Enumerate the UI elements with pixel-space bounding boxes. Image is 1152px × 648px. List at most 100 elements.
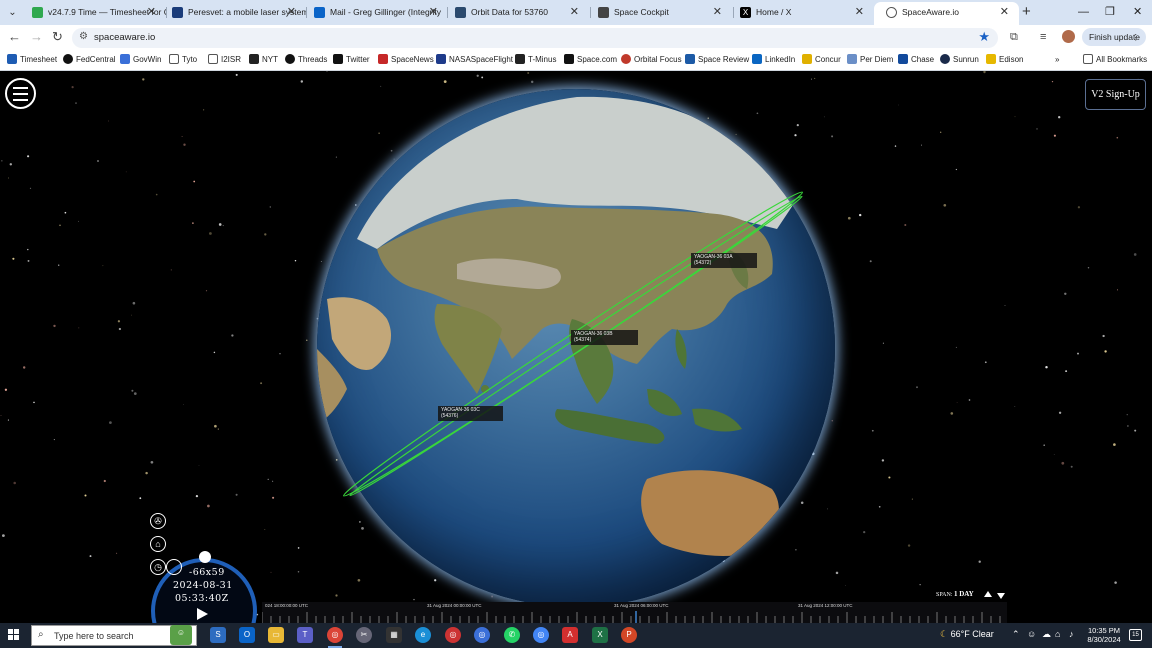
back-icon[interactable]: ← [8, 28, 21, 46]
url-text[interactable]: spaceaware.io [94, 32, 155, 43]
tab-orbit-data[interactable]: Orbit Data for 53760 ✕ [443, 2, 589, 25]
taskbar-snip-icon[interactable]: ✂ [356, 627, 372, 643]
taskbar-powerpoint-icon[interactable]: P [621, 627, 637, 643]
bookmark-space-com[interactable]: Space.com [564, 53, 617, 66]
tab-title: Space Cockpit [614, 7, 669, 17]
taskbar-chrome-icon[interactable]: ◎ [327, 627, 343, 643]
bookmark-per-diem[interactable]: Per Diem [847, 53, 893, 66]
profile-avatar[interactable] [1062, 30, 1075, 43]
taskbar-whatsapp-icon[interactable]: ✆ [504, 627, 520, 643]
close-tab-icon[interactable]: ✕ [1000, 2, 1009, 23]
bookmark-govwin[interactable]: GovWin [120, 53, 161, 66]
bookmark-orbital-focus[interactable]: Orbital Focus [621, 53, 682, 66]
bookmark-label: Space.com [577, 55, 618, 64]
play-icon[interactable] [197, 608, 208, 620]
home-icon[interactable]: ⌂ [150, 536, 166, 552]
clock-icon[interactable]: ◷ [150, 559, 166, 575]
clock-time: 05:33:40Z [175, 593, 229, 604]
close-tab-icon[interactable]: ✕ [147, 2, 156, 23]
tray-network-icon[interactable]: ⌂ [1055, 629, 1060, 639]
bookmark-space-review[interactable]: Space Review [685, 53, 749, 66]
bookmark-chase[interactable]: Chase [898, 53, 934, 66]
notification-icon[interactable]: 15 [1129, 629, 1142, 641]
space-com-icon [564, 54, 574, 64]
time-dial-knob[interactable] [199, 551, 211, 563]
satellite-icon[interactable]: ✇ [150, 513, 166, 529]
taskbar-character-icon[interactable]: ☺ [170, 625, 192, 645]
tab-spaceaware[interactable]: SpaceAware.io ✕ [874, 2, 1019, 25]
taskbar-s-app-icon[interactable]: S [210, 627, 226, 643]
bookmark-edison[interactable]: Edison [986, 53, 1023, 66]
taskbar-chrome-icon[interactable]: ◎ [474, 627, 490, 643]
taskbar-chrome-icon[interactable]: ◎ [445, 627, 461, 643]
tray-volume-icon[interactable]: ♪ [1069, 629, 1074, 639]
close-tab-icon[interactable]: ✕ [855, 2, 864, 23]
bookmark-t-minus[interactable]: T-Minus [515, 53, 556, 66]
tab-search-icon[interactable]: ⌄ [4, 4, 21, 21]
more-bookmarks-icon[interactable]: » [1055, 53, 1059, 66]
bookmark-tyto[interactable]: Tyto [169, 53, 197, 66]
bookmark-threads[interactable]: Threads [285, 53, 327, 66]
taskbar-clock[interactable]: 10:35 PM 8/30/2024 [1085, 626, 1123, 644]
x-logo-icon: X [740, 7, 751, 18]
media-icon[interactable]: ≡ [1040, 29, 1046, 45]
taskbar-outlook-icon[interactable]: O [239, 627, 255, 643]
tab-space-cockpit[interactable]: Space Cockpit ✕ [586, 2, 732, 25]
chase-icon [898, 54, 908, 64]
orbital-focus-icon [621, 54, 631, 64]
forward-icon[interactable]: → [30, 28, 43, 46]
tab-timesheet[interactable]: v24.7.9 Time — Timesheet for G ✕ [20, 2, 166, 25]
bookmark-fedcentral[interactable]: FedCentral [63, 53, 116, 66]
bookmark-linkedin[interactable]: LinkedIn [752, 53, 795, 66]
tray-people-icon[interactable]: ☺ [1027, 629, 1036, 639]
bookmark-sunrun[interactable]: Sunrun [940, 53, 979, 66]
taskbar-excel-icon[interactable]: X [592, 627, 608, 643]
weather-widget[interactable]: ☾ 66°F Clear [940, 629, 994, 640]
all-bookmarks[interactable]: All Bookmarks [1083, 53, 1147, 66]
extensions-icon[interactable]: ⧉ [1010, 29, 1018, 45]
taskbar-calculator-icon[interactable]: ▦ [386, 627, 402, 643]
address-bar[interactable]: ⚙ spaceaware.io ★ [72, 28, 998, 48]
taskbar-teams-icon[interactable]: T [297, 627, 313, 643]
tray-cloud-icon[interactable]: ☁ [1042, 629, 1051, 640]
taskbar-acrobat-icon[interactable]: A [562, 627, 578, 643]
satellite-label-03a[interactable]: YAOGAN-36 03A (54372) [691, 253, 757, 268]
bookmark-timesheet[interactable]: Timesheet [7, 53, 57, 66]
satellite-label-03b[interactable]: YAOGAN-36 03B (54374) [571, 330, 638, 345]
close-window-icon[interactable]: ✕ [1133, 2, 1142, 22]
bookmark-label: NASASpaceFlight [449, 55, 514, 64]
minimize-icon[interactable]: — [1078, 2, 1089, 22]
restore-icon[interactable]: ❐ [1105, 2, 1115, 22]
finish-update-button[interactable]: Finish update ⋮ [1082, 28, 1146, 46]
search-placeholder: Type here to search [54, 631, 134, 641]
bookmark-i2isr[interactable]: I2ISR [208, 53, 241, 66]
bookmark-concur[interactable]: Concur [802, 53, 841, 66]
windows-start-icon[interactable] [8, 629, 20, 641]
taskbar-edge-icon[interactable]: e [415, 627, 431, 643]
tab-mail[interactable]: Mail - Greg Gillinger (Integrity ✕ [302, 2, 448, 25]
close-tab-icon[interactable]: ✕ [713, 2, 722, 23]
span-down-icon[interactable] [997, 593, 1005, 599]
new-tab-icon[interactable]: + [1022, 2, 1031, 22]
globe-favicon-icon [886, 7, 897, 18]
bookmark-spacenews[interactable]: SpaceNews [378, 53, 434, 66]
close-tab-icon[interactable]: ✕ [287, 2, 296, 23]
bookmark-twitter[interactable]: Twitter [333, 53, 370, 66]
taskbar-explorer-icon[interactable]: ▭ [268, 627, 284, 643]
bookmark-nasaspaceflight[interactable]: NASASpaceFlight [436, 53, 513, 66]
site-info-icon[interactable]: ⚙ [79, 31, 88, 42]
globe-viewport[interactable]: V2 Sign-Up YAOGAN-36 03A (54372) YAOGAN-… [0, 71, 1152, 623]
dial-handle-icon[interactable] [166, 559, 182, 575]
close-tab-icon[interactable]: ✕ [570, 2, 579, 23]
timeline-bar[interactable]: 024 18:00:00:00 UTC 31 Aug 2024 00:00:00… [262, 602, 1007, 623]
tab-x-home[interactable]: X Home / X ✕ [728, 2, 874, 25]
tab-peresvet[interactable]: Peresvet: a mobile laser system ✕ [160, 2, 306, 25]
taskbar-chrome-icon[interactable]: ◎ [533, 627, 549, 643]
span-up-icon[interactable] [984, 591, 992, 597]
tray-overflow-icon[interactable]: ⌃ [1012, 629, 1020, 640]
reload-icon[interactable]: ↻ [52, 28, 63, 46]
satellite-label-03c[interactable]: YAOGAN-36 03C (54376) [438, 406, 503, 421]
close-tab-icon[interactable]: ✕ [429, 2, 438, 23]
bookmark-nyt[interactable]: NYT [249, 53, 278, 66]
bookmark-star-icon[interactable]: ★ [978, 29, 990, 45]
